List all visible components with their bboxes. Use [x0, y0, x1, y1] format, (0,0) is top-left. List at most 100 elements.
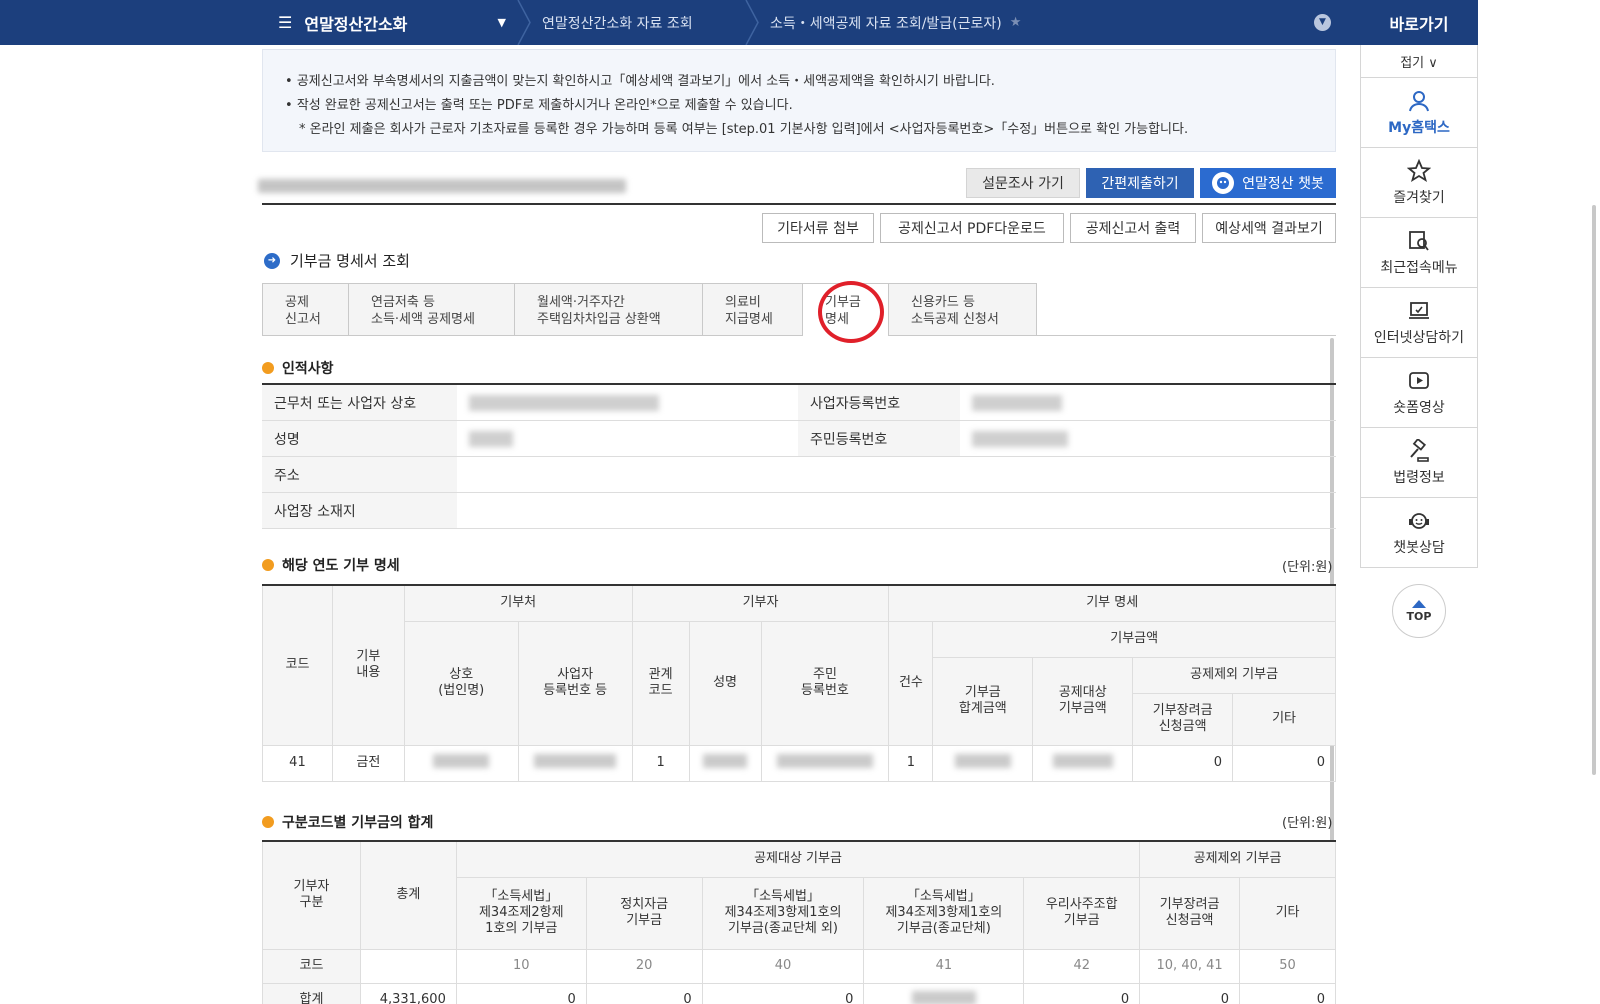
breadcrumb-data-lookup[interactable]: 연말정산간소화 자료 조회 [542, 0, 693, 45]
cell-blurred [863, 982, 1025, 1004]
row-label-code: 코드 [262, 948, 361, 984]
cell-code: 41 [262, 744, 333, 782]
header-donee: 기부처 [403, 584, 633, 622]
header-target: 공제대상 기부금 [455, 840, 1141, 878]
chatbot-icon [1212, 172, 1235, 194]
quick-my-hometax[interactable]: My홈택스 [1360, 78, 1478, 148]
cell-corp-blurred [403, 744, 519, 782]
header-code20: 정치자금 기부금 [585, 876, 703, 950]
headset-icon [1409, 512, 1429, 529]
top-navigation-bar: ☰ 연말정산간소화 ▼ 연말정산간소화 자료 조회 소득・세액공제 자료 조회/… [0, 0, 1360, 46]
cell-value: 0 [455, 982, 587, 1004]
header-amount: 기부금액 [932, 620, 1336, 658]
statement-tabs: 공제 신고서 연금저축 등 소득·세액 공제명세 월세액·거주자간 주택임차차입금 상… [262, 283, 1037, 336]
cell-value: 0 [701, 982, 865, 1004]
value-workplace [457, 385, 798, 420]
arrow-right-icon: ➜ [264, 252, 280, 269]
estimate-result-button[interactable]: 예상세액 결과보기 [1202, 213, 1336, 243]
header-etc: 기타 [1239, 876, 1336, 950]
person-icon [1409, 90, 1429, 111]
tab-medical-expense[interactable]: 의료비 지급명세 [703, 283, 803, 336]
hamburger-icon: ☰ [278, 13, 293, 32]
scroll-top-button[interactable]: TOP [1392, 584, 1446, 638]
label-bizno: 사업자등록번호 [798, 385, 960, 420]
survey-button[interactable]: 설문조사 가기 [966, 168, 1080, 198]
donation-detail-table: 코드 기부 내용 기부처 기부자 기부 명세 상호 (법인명) 사업자 등록번호… [262, 584, 1336, 782]
value-bizno [960, 385, 1336, 420]
header-content: 기부 내용 [331, 584, 405, 746]
bullet-icon [262, 362, 274, 374]
cell-code: 10 [455, 948, 587, 984]
recent-search-icon [1409, 230, 1429, 251]
table-row: 사업장 소재지 [262, 493, 1336, 529]
header-bizno: 사업자 등록번호 등 [517, 620, 633, 746]
cell-bizno-blurred [517, 744, 633, 782]
cell-code: 50 [1239, 948, 1336, 984]
value-name [457, 421, 798, 456]
header-donor: 기부자 [631, 584, 890, 622]
quick-chatbot-consult[interactable]: 챗봇상담 [1360, 498, 1478, 568]
blurred-user-info [258, 179, 626, 193]
header-code10: 「소득세법」 제34조제2항제 1호의 기부금 [455, 876, 587, 950]
label-name: 성명 [262, 421, 457, 456]
breadcrumb-separator-icon [516, 0, 532, 46]
header-scholar: 기부장려금 신청금액 [1139, 876, 1241, 950]
tab-deduction-report[interactable]: 공제 신고서 [262, 283, 349, 336]
value-bizaddr [457, 493, 1336, 528]
header-corp-name: 상호 (법인명) [403, 620, 519, 746]
table-row: 코드 10 20 40 41 42 10, 40, 41 50 [262, 948, 1336, 984]
cell-value: 0 [1139, 982, 1241, 1004]
menu-dropdown[interactable]: ☰ 연말정산간소화 ▼ [262, 0, 520, 45]
donation-detail-title: 해당 연도 기부 명세 [262, 555, 400, 575]
quick-links-panel: 바로가기 접기 ∨ My홈택스 즐겨찾기 최근접속메뉴 인터넷상담하기 숏폼영상… [1360, 0, 1478, 568]
header-excluded: 공제제외 기부금 [1139, 840, 1336, 878]
cell-value: 0 [1023, 982, 1141, 1004]
quick-recent-menu[interactable]: 최근접속메뉴 [1360, 218, 1478, 288]
cell-code: 41 [863, 948, 1025, 984]
tab-monthly-rent[interactable]: 월세액·거주자간 주택임차차입금 상환액 [515, 283, 703, 336]
bullet-icon [262, 559, 274, 571]
table-row: 합계 4,331,600 0 0 0 0 0 0 [262, 982, 1336, 1004]
star-icon [1407, 158, 1431, 182]
play-video-icon [1409, 371, 1429, 389]
header-detail: 기부 명세 [888, 584, 1336, 622]
summary-title: 구분코드별 기부금의 합계 [262, 812, 433, 832]
expand-chevron-icon[interactable]: ▼ [1314, 14, 1331, 31]
header-count: 건수 [888, 620, 934, 746]
cell-code: 40 [701, 948, 865, 984]
quick-favorites[interactable]: 즐겨찾기 [1360, 148, 1478, 218]
header-code42: 우리사주조합 기부금 [1023, 876, 1141, 950]
cell-content: 금전 [331, 744, 405, 782]
bullet-icon [262, 816, 274, 828]
page-scrollbar[interactable] [1592, 205, 1596, 775]
cell-total: 4,331,600 [359, 982, 457, 1004]
print-button[interactable]: 공제신고서 출력 [1070, 213, 1196, 243]
gavel-icon [1410, 438, 1429, 462]
notice-line: * 온라인 제출은 회사가 근로자 기초자료를 등록한 경우 가능하며 등록 여… [299, 122, 1189, 137]
cell-code: 20 [585, 948, 703, 984]
tab-pension-savings[interactable]: 연금저축 등 소득·세액 공제명세 [349, 283, 515, 336]
quick-law-info[interactable]: 법령정보 [1360, 428, 1478, 498]
cell-value: 0 [585, 982, 703, 1004]
cell-code: 42 [1023, 948, 1141, 984]
cell-count: 1 [888, 744, 934, 782]
breadcrumb-current-page[interactable]: 소득・세액공제 자료 조회/발급(근로자) ★ [770, 0, 1021, 45]
attach-docs-button[interactable]: 기타서류 첨부 [762, 213, 874, 243]
tab-credit-card[interactable]: 신용카드 등 소득공제 신청서 [889, 283, 1037, 336]
label-rrn: 주민등록번호 [798, 421, 960, 456]
favorite-star-icon[interactable]: ★ [1010, 15, 1022, 30]
header-target: 공제대상 기부금액 [1032, 656, 1134, 746]
header-excluded: 공제제외 기부금 [1132, 656, 1336, 694]
pdf-download-button[interactable]: 공제신고서 PDF다운로드 [880, 213, 1064, 243]
table-row: 성명 주민등록번호 [262, 421, 1336, 457]
fold-button[interactable]: 접기 ∨ [1360, 45, 1478, 78]
table-row: 41 금전 1 1 0 0 [262, 744, 1336, 782]
header-code40: 「소득세법」 제34조제3항제1호의 기부금(종교단체 외) [701, 876, 865, 950]
cell-total-blurred [932, 744, 1034, 782]
cell-etc: 0 [1232, 744, 1336, 782]
notice-box: • 공제신고서와 부속명세서의 지출금액이 맞는지 확인하시고「예상세액 결과보… [262, 49, 1336, 152]
quick-online-consult[interactable]: 인터넷상담하기 [1360, 288, 1478, 358]
chatbot-button[interactable]: 연말정산 챗봇 [1200, 168, 1336, 198]
quick-short-video[interactable]: 숏폼영상 [1360, 358, 1478, 428]
simple-submit-button[interactable]: 간편제출하기 [1086, 168, 1194, 198]
